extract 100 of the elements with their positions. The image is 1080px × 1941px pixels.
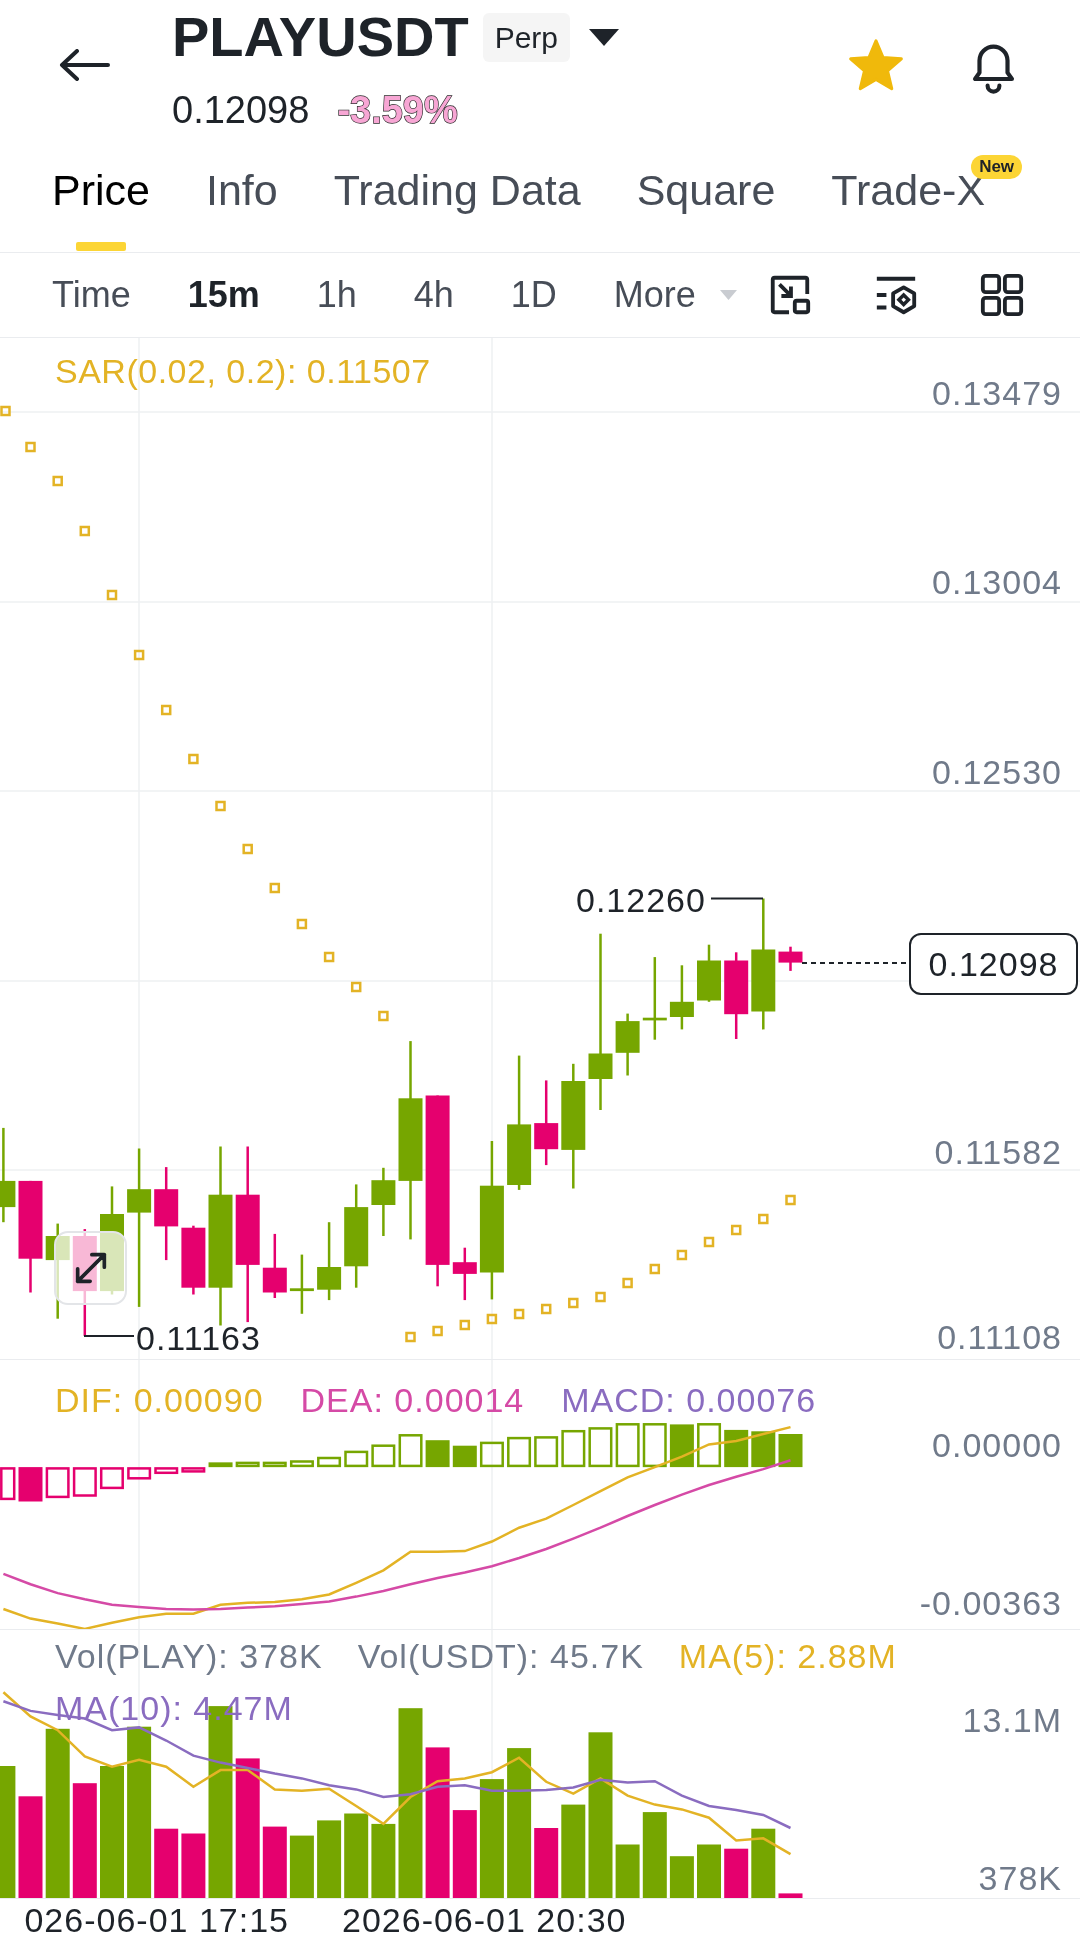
- sar-point: [52, 475, 63, 487]
- indicator-legend: MACD: 0.00076: [561, 1382, 817, 1418]
- candle: [669, 965, 694, 1030]
- tab[interactable]: Trading Data: [333, 165, 581, 215]
- sar-point: [323, 951, 335, 963]
- caret-icon: [719, 290, 737, 300]
- sar-point: [568, 1297, 579, 1309]
- caret-icon[interactable]: [589, 28, 620, 46]
- indicator-legend: MA(5): 2.88M: [678, 1638, 897, 1674]
- interval-option[interactable]: 1D: [510, 273, 557, 317]
- macd-bar: [45, 1467, 70, 1499]
- sar-point: [676, 1249, 688, 1261]
- indicator-legend: DIF: 0.00090: [55, 1382, 264, 1418]
- price-axis-label: 0.13479: [932, 375, 1062, 411]
- sar-point: [350, 981, 362, 993]
- price-change: -3.59%: [337, 91, 458, 129]
- macd-bar: [507, 1436, 532, 1468]
- last-price: 0.12098: [172, 91, 310, 129]
- price-axis-label: 0.12530: [932, 754, 1062, 790]
- macd-bar: [751, 1431, 776, 1468]
- indicator-legend: Vol(PLAY): 378K: [55, 1638, 323, 1674]
- sar-point: [513, 1308, 525, 1320]
- sar-point: [595, 1291, 606, 1303]
- indicator-legend: SAR(0.02, 0.2): 0.11507: [55, 353, 431, 389]
- volume-bar: [289, 1835, 314, 1898]
- macd-bar: [154, 1467, 179, 1475]
- candle: [371, 1167, 396, 1236]
- sar-point: [486, 1313, 498, 1325]
- macd-bar: [18, 1467, 43, 1502]
- macd-axis-label: 0.00000: [932, 1427, 1062, 1463]
- sar-point: [296, 918, 308, 930]
- time-axis-label: 2026-06-01 20:30: [342, 1902, 627, 1938]
- sar-point: [133, 649, 145, 661]
- volume-bar: [751, 1828, 776, 1898]
- sar-point: [160, 704, 172, 716]
- interval-option[interactable]: 4h: [413, 273, 454, 317]
- sar-point: [540, 1303, 552, 1315]
- expand-button[interactable]: [54, 1231, 127, 1305]
- macd-bar: [344, 1450, 369, 1468]
- tab[interactable]: Price: [52, 165, 150, 251]
- symbol-title: PLAYUSDT: [172, 4, 469, 70]
- contract-badge: Perp: [482, 12, 571, 62]
- candle: [452, 1247, 477, 1301]
- volume-axis-label: 378K: [978, 1860, 1062, 1896]
- new-badge: New: [971, 155, 1023, 179]
- sar-point: [79, 525, 91, 537]
- macd-bar: [452, 1445, 477, 1468]
- grid-icon[interactable]: [979, 272, 1025, 318]
- volume-bar: [615, 1844, 640, 1898]
- volume-bar: [154, 1828, 179, 1898]
- volume-bar: [724, 1848, 749, 1898]
- candle: [615, 1013, 640, 1076]
- tab[interactable]: Square: [636, 165, 776, 215]
- indicator-legend: MA(10): 4.47M: [55, 1690, 293, 1726]
- volume-bar: [534, 1828, 559, 1898]
- sar-point: [758, 1213, 769, 1225]
- sar-point: [622, 1277, 633, 1289]
- macd-bar: [425, 1440, 450, 1468]
- macd-bar: [778, 1434, 803, 1468]
- sar-point: [432, 1325, 443, 1337]
- candle: [778, 946, 803, 971]
- sar-point: [649, 1263, 661, 1275]
- candle: [289, 1254, 314, 1314]
- sar-point: [459, 1319, 471, 1331]
- interval-option[interactable]: 1h: [316, 273, 357, 317]
- macd-bar: [181, 1467, 206, 1473]
- sar-point: [785, 1194, 796, 1206]
- sar-point: [269, 882, 281, 894]
- time-axis-label: 026-06-01 17:15: [24, 1902, 289, 1938]
- macd-bar: [99, 1467, 124, 1490]
- macd-bar: [235, 1461, 260, 1468]
- volume-axis-label: 13.1M: [962, 1702, 1062, 1738]
- macd-bar: [615, 1423, 640, 1468]
- macd-bar: [317, 1456, 342, 1468]
- star-icon[interactable]: [847, 38, 905, 92]
- sar-point: [0, 405, 11, 417]
- tab[interactable]: Info: [205, 165, 278, 215]
- macd-bar: [127, 1467, 152, 1480]
- interval-option[interactable]: Time: [52, 273, 131, 317]
- sar-point: [730, 1224, 742, 1236]
- macd-bar: [561, 1429, 586, 1468]
- interval-option[interactable]: 15m: [187, 273, 260, 317]
- macd-axis-label: -0.00363: [919, 1585, 1062, 1621]
- sar-point: [378, 1010, 389, 1022]
- back-arrow-icon[interactable]: [59, 49, 110, 81]
- leader-line: [83, 1335, 135, 1337]
- indicator-legend: Vol(USDT): 45.7K: [357, 1638, 644, 1674]
- macd-bar: [208, 1462, 233, 1468]
- sar-point: [405, 1331, 416, 1343]
- interval-option[interactable]: More: [613, 273, 737, 317]
- macd-bar: [724, 1429, 749, 1468]
- macd-bar: [371, 1444, 396, 1468]
- sar-point: [242, 843, 253, 855]
- high-price-label: 0.12260: [576, 882, 706, 918]
- macd-bar: [398, 1434, 423, 1468]
- candle: [262, 1233, 287, 1298]
- price-axis-label: 0.11108: [937, 1319, 1062, 1355]
- sar-point: [188, 753, 199, 765]
- sar-point: [106, 589, 118, 601]
- price-axis-label: 0.13004: [932, 564, 1062, 600]
